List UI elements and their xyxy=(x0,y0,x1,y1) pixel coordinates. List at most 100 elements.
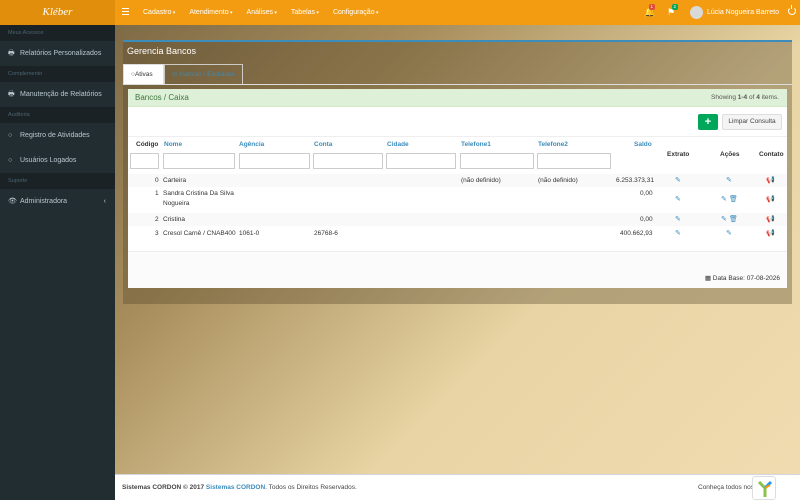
main-menu: Cadastro Atendimento Análises Tabelas Co… xyxy=(143,0,393,25)
sidebar-header: Auditoria xyxy=(0,107,115,123)
sidebar-header: Complemento xyxy=(0,66,115,82)
extrato-icon[interactable]: ✎ xyxy=(675,229,681,237)
cell-saldo: 0,00 xyxy=(640,190,653,197)
menu-atendimento[interactable]: Atendimento xyxy=(189,0,232,25)
edit-icon[interactable]: ✎ xyxy=(721,215,727,223)
cell-nome: Cristina xyxy=(163,216,186,223)
summary-suffix: items. xyxy=(759,94,779,101)
cell-conta: 26768-6 xyxy=(314,230,338,237)
header-saldo[interactable]: Saldo xyxy=(634,141,652,148)
avatar[interactable] xyxy=(690,6,703,19)
header-nome[interactable]: Nome xyxy=(164,141,182,148)
box-header: Bancos / Caixa Showing 1-4 of 4 items. xyxy=(128,89,787,107)
sidebar-item-administradora[interactable]: 👁 Administradora ‹ xyxy=(0,189,115,214)
sidebar-item-label: Relatórios Personalizados xyxy=(20,50,102,57)
megaphone-icon[interactable]: 📢 xyxy=(766,215,775,223)
sidebar-item-registro-atividades[interactable]: ○ Registro de Atividades xyxy=(0,123,115,148)
header-telefone1[interactable]: Telefone1 xyxy=(461,141,491,148)
cell-saldo: 6.253.373,31 xyxy=(616,177,654,184)
header-extrato: Extrato xyxy=(667,151,690,158)
cell-agencia: 1061-0 xyxy=(239,230,260,237)
notification-badge: 1 xyxy=(649,4,655,10)
header-telefone2[interactable]: Telefone2 xyxy=(538,141,568,148)
megaphone-icon[interactable]: 📢 xyxy=(766,229,775,237)
sidebar-item-manutencao-relatorios[interactable]: 🖶 Manutenção de Relatórios xyxy=(0,82,115,107)
power-icon[interactable] xyxy=(788,5,796,15)
tab-ativas[interactable]: ○Ativas xyxy=(123,64,164,84)
chevron-left-icon: ‹ xyxy=(103,198,106,205)
summary-range: 1-4 xyxy=(737,94,748,101)
circle-icon: ○ xyxy=(8,157,13,164)
cell-nome: Sandra Cristina Da Silva Nogueira xyxy=(163,190,234,207)
printer-icon: 🖶 xyxy=(8,50,15,57)
table-row: 0 Carteira (não definido) (não definido)… xyxy=(128,174,787,187)
sidebar: Meus Acessos 🖶 Relatórios Personalizados… xyxy=(0,25,115,500)
filter-nome-input[interactable] xyxy=(163,153,235,169)
cell-codigo: 3 xyxy=(155,230,159,237)
extrato-icon[interactable]: ✎ xyxy=(675,176,681,184)
box-footer: ▦ Data Base: 07-08-2026 xyxy=(128,251,787,288)
menu-cadastro[interactable]: Cadastro xyxy=(143,0,175,25)
table-row: 1 Sandra Cristina Da Silva Nogueira 0,00… xyxy=(128,188,787,212)
edit-icon[interactable]: ✎ xyxy=(721,195,727,203)
extrato-icon[interactable]: ✎ xyxy=(675,215,681,223)
printer-icon: 🖶 xyxy=(8,91,15,98)
sidebar-item-label: Registro de Atividades xyxy=(20,132,90,139)
chat-widget-icon[interactable] xyxy=(752,476,776,500)
tab-label: Inativas / Excluidas xyxy=(179,71,235,78)
menu-configuracao[interactable]: Configuração xyxy=(333,0,379,25)
megaphone-icon[interactable]: 📢 xyxy=(766,176,775,184)
sidebar-item-relatorios-personalizados[interactable]: 🖶 Relatórios Personalizados xyxy=(0,41,115,66)
footer-rights: . Todos os Direitos Reservados. xyxy=(265,484,357,491)
filter-codigo-input[interactable] xyxy=(130,153,159,169)
chat-logo-icon xyxy=(757,480,773,497)
header-agencia[interactable]: Agência xyxy=(239,141,264,148)
cell-nome: Carteira xyxy=(163,177,187,184)
filter-telefone1-input[interactable] xyxy=(460,153,534,169)
eye-icon: 👁 xyxy=(8,198,17,205)
filter-telefone2-input[interactable] xyxy=(537,153,611,169)
tab-inativas[interactable]: ⊘ Inativas / Excluidas xyxy=(164,64,243,84)
filter-agencia-input[interactable] xyxy=(239,153,310,169)
flag-icon[interactable]: ⚑ 2 xyxy=(667,4,678,18)
cell-codigo: 1 xyxy=(155,190,159,197)
edit-icon[interactable]: ✎ xyxy=(726,229,732,237)
sidebar-item-usuarios-logados[interactable]: ○ Usuários Logados xyxy=(0,148,115,173)
clear-filter-button[interactable]: Limpar Consulta xyxy=(722,114,782,130)
table-row: 2 Cristina 0,00 ✎ ✎ 🗑 📢 xyxy=(128,213,787,226)
add-button[interactable]: + xyxy=(698,114,718,130)
menu-analises[interactable]: Análises xyxy=(247,0,277,25)
cell-nome: Cresol Carnê / CNAB400 xyxy=(163,230,236,237)
filter-conta-input[interactable] xyxy=(313,153,383,169)
cell-codigo: 2 xyxy=(155,216,159,223)
sidebar-item-label: Usuários Logados xyxy=(20,157,77,164)
cell-codigo: 0 xyxy=(155,177,159,184)
summary-mid: of xyxy=(747,94,757,101)
trash-icon[interactable]: 🗑 xyxy=(729,215,738,223)
filter-cidade-input[interactable] xyxy=(386,153,456,169)
megaphone-icon[interactable]: 📢 xyxy=(766,195,775,203)
banks-box: Bancos / Caixa Showing 1-4 of 4 items. +… xyxy=(128,89,787,288)
sidebar-header: Meus Acessos xyxy=(0,25,115,41)
header-cidade[interactable]: Cidade xyxy=(387,141,409,148)
summary-text: Showing 1-4 of 4 items. xyxy=(711,89,779,107)
edit-icon[interactable]: ✎ xyxy=(726,176,732,184)
database-text: Data Base: 07-08-2026 xyxy=(712,275,780,282)
tab-divider xyxy=(123,84,792,85)
brand-logo[interactable]: Kléber xyxy=(0,0,115,25)
circle-icon: ○ xyxy=(8,132,13,139)
footer-copyright: Sistemas CORDON © 2017 Sistemas CORDON. … xyxy=(122,475,357,500)
header-conta[interactable]: Conta xyxy=(314,141,332,148)
menu-tabelas[interactable]: Tabelas xyxy=(291,0,319,25)
bell-icon[interactable]: 🔔 1 xyxy=(644,4,655,18)
menu-toggle-icon[interactable] xyxy=(122,8,129,16)
extrato-icon[interactable]: ✎ xyxy=(675,195,681,203)
trash-icon[interactable]: 🗑 xyxy=(729,195,738,203)
box-title: Bancos / Caixa xyxy=(135,93,189,102)
header-acoes: Ações xyxy=(720,151,740,158)
footer-link[interactable]: Sistemas CORDON xyxy=(206,484,265,491)
footer-brand: Sistemas CORDON © 2017 xyxy=(122,484,205,491)
database-label: ▦ Data Base: 07-08-2026 xyxy=(705,274,780,282)
user-name[interactable]: Lúcia Nogueira Barreto xyxy=(707,0,779,25)
cell-telefone1: (não definido) xyxy=(461,177,501,184)
